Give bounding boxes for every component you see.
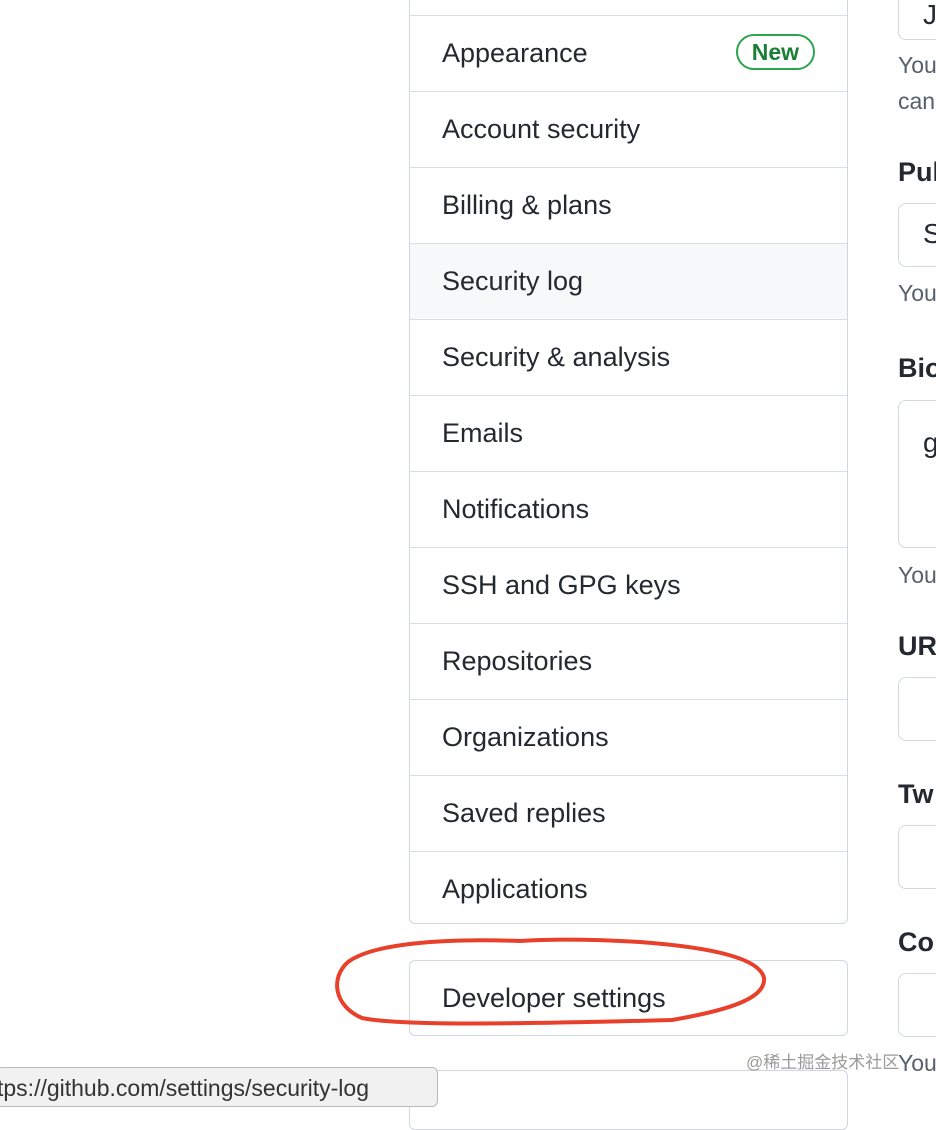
sidebar-item-label: Repositories	[442, 646, 593, 676]
sidebar-item-label: SSH and GPG keys	[442, 570, 681, 600]
name-input-value: Ja	[923, 0, 936, 30]
sidebar-item-label: Organizations	[442, 722, 609, 752]
public-email-note: You	[898, 280, 936, 306]
sidebar-item-billing-plans[interactable]: Billing & plans	[410, 167, 847, 243]
public-email-value: S	[923, 218, 936, 250]
company-label: Co	[898, 927, 934, 957]
sidebar-item-security-log[interactable]: Security log	[410, 243, 847, 319]
sidebar-item-security-analysis[interactable]: Security & analysis	[410, 319, 847, 395]
twitter-input[interactable]	[898, 825, 936, 889]
sidebar-item-label: Account security	[442, 114, 641, 144]
twitter-label: Tw	[898, 779, 934, 809]
sidebar-item-notifications[interactable]: Notifications	[410, 471, 847, 547]
company-note: You	[898, 1050, 936, 1076]
bio-textarea[interactable]: g	[898, 400, 936, 548]
sidebar-item-repositories[interactable]: Repositories	[410, 623, 847, 699]
company-input[interactable]	[898, 973, 936, 1037]
name-note-line2: can	[898, 88, 936, 114]
sidebar-item-label: Security log	[442, 266, 584, 296]
public-email-label: Pul	[898, 157, 936, 187]
sidebar-item-organizations[interactable]: Organizations	[410, 699, 847, 775]
sidebar-item-label: Developer settings	[442, 982, 666, 1013]
watermark-text: @稀土掘金技术社区	[746, 1053, 900, 1072]
public-email-select[interactable]: S	[898, 203, 936, 267]
settings-sidebar-nav: Appearance New Account security Billing …	[409, 0, 848, 924]
url-label: UR	[898, 631, 936, 661]
new-badge: New	[735, 34, 815, 70]
sidebar-item-partial[interactable]	[409, 1070, 848, 1130]
status-bar-url: tps://github.com/settings/security-log	[0, 1067, 438, 1107]
name-note-line1: You	[898, 52, 936, 78]
bio-value: g	[923, 427, 936, 459]
sidebar-item-developer-settings[interactable]: Developer settings	[409, 960, 848, 1036]
bio-note: You	[898, 562, 936, 588]
sidebar-item-ssh-gpg-keys[interactable]: SSH and GPG keys	[410, 547, 847, 623]
sidebar-item-label: Applications	[442, 874, 588, 904]
sidebar-item-account-security[interactable]: Account security	[410, 91, 847, 167]
name-input[interactable]: Ja	[898, 0, 936, 40]
sidebar-item-profile-partial[interactable]	[410, 0, 847, 15]
sidebar-item-label: Emails	[442, 418, 524, 448]
sidebar-item-saved-replies[interactable]: Saved replies	[410, 775, 847, 851]
sidebar-item-label: Notifications	[442, 494, 590, 524]
url-input[interactable]	[898, 677, 936, 741]
sidebar-item-appearance[interactable]: Appearance New	[410, 15, 847, 91]
sidebar-item-label: Security & analysis	[442, 342, 671, 372]
bio-label: Bio	[898, 353, 936, 383]
sidebar-item-emails[interactable]: Emails	[410, 395, 847, 471]
sidebar-item-label: Saved replies	[442, 798, 606, 828]
sidebar-item-applications[interactable]: Applications	[410, 851, 847, 923]
sidebar-item-label: Billing & plans	[442, 190, 612, 220]
